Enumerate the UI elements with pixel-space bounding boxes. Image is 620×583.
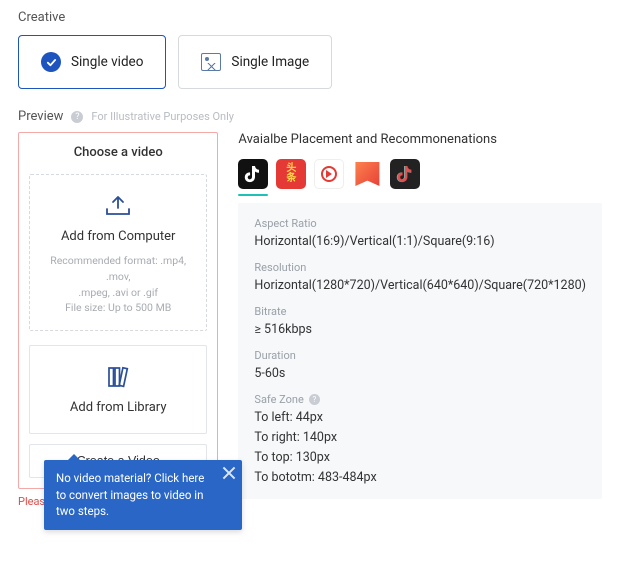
help-icon: ? [71, 111, 83, 123]
add-from-computer-title: Add from Computer [38, 229, 198, 244]
app-xigua[interactable] [314, 159, 344, 189]
play-icon [321, 166, 337, 182]
placement-app-row: 头条 [238, 159, 602, 189]
library-icon [103, 364, 133, 390]
tooltip-text: No video material? Click here to convert… [56, 471, 204, 518]
spec-aspect-value: Horizontal(16:9)/Vertical(1:1)/Square(9:… [254, 234, 586, 249]
placement-title: Avaialbe Placement and Recommonenations [238, 132, 602, 147]
preview-label: Preview [18, 109, 63, 124]
add-from-computer[interactable]: Add from Computer Recommended format: .m… [29, 174, 207, 331]
spec-resolution-label: Resolution [254, 261, 586, 274]
option-label: Single video [71, 54, 143, 70]
app-tiktok[interactable] [238, 159, 268, 189]
safezone-top: To top: 130px [254, 450, 586, 465]
check-icon [41, 52, 61, 72]
spec-duration-value: 5-60s [254, 366, 586, 381]
upload-hint-line1: Recommended format: .mp4, .mov, [38, 253, 198, 285]
preview-hint: For Illustrative Purposes Only [91, 110, 234, 123]
spec-duration-label: Duration [254, 349, 586, 362]
add-from-library-title: Add from Library [38, 400, 198, 415]
spec-safezone-values: To left: 44px To right: 140px To top: 13… [254, 410, 586, 485]
spec-bitrate-label: Bitrate [254, 305, 586, 318]
preview-header: Preview ? For Illustrative Purposes Only [18, 109, 602, 124]
spec-aspect-label: Aspect Ratio [254, 217, 586, 230]
option-label: Single Image [231, 54, 309, 70]
spec-resolution-value: Horizontal(1280*720)/Vertical(640*640)/S… [254, 278, 586, 293]
spec-safezone-label: Safe Zone ? [254, 393, 586, 406]
tooltip-no-video: No video material? Click here to convert… [44, 460, 242, 530]
app-bookmark[interactable] [352, 159, 382, 189]
option-single-video[interactable]: Single video [18, 35, 166, 89]
info-icon: ? [309, 394, 320, 405]
app-toutiao[interactable]: 头条 [276, 159, 306, 189]
section-creative-label: Creative [18, 10, 602, 25]
add-from-library[interactable]: Add from Library [29, 345, 207, 434]
upload-hint-line3: File size: Up to 500 MB [38, 300, 198, 316]
close-icon[interactable] [222, 466, 236, 480]
option-single-image[interactable]: Single Image [178, 35, 332, 89]
safezone-bottom: To bototm: 483-484px [254, 470, 586, 485]
choose-video-panel: Choose a video Add from Computer Recomme… [18, 132, 218, 489]
creative-type-row: Single video Single Image [18, 35, 602, 89]
image-icon [201, 53, 221, 71]
spec-box: Aspect Ratio Horizontal(16:9)/Vertical(1… [238, 203, 602, 499]
upload-icon [103, 193, 133, 219]
app-tiktok-alt[interactable] [390, 159, 420, 189]
spec-bitrate-value: ≥ 516kbps [254, 322, 586, 337]
upload-hint-line2: .mpeg, .avi or .gif [38, 285, 198, 301]
bookmark-icon [352, 159, 382, 189]
safezone-right: To right: 140px [254, 430, 586, 445]
choose-video-title: Choose a video [29, 145, 207, 160]
safezone-left: To left: 44px [254, 410, 586, 425]
toutiao-glyph: 头条 [286, 164, 296, 184]
